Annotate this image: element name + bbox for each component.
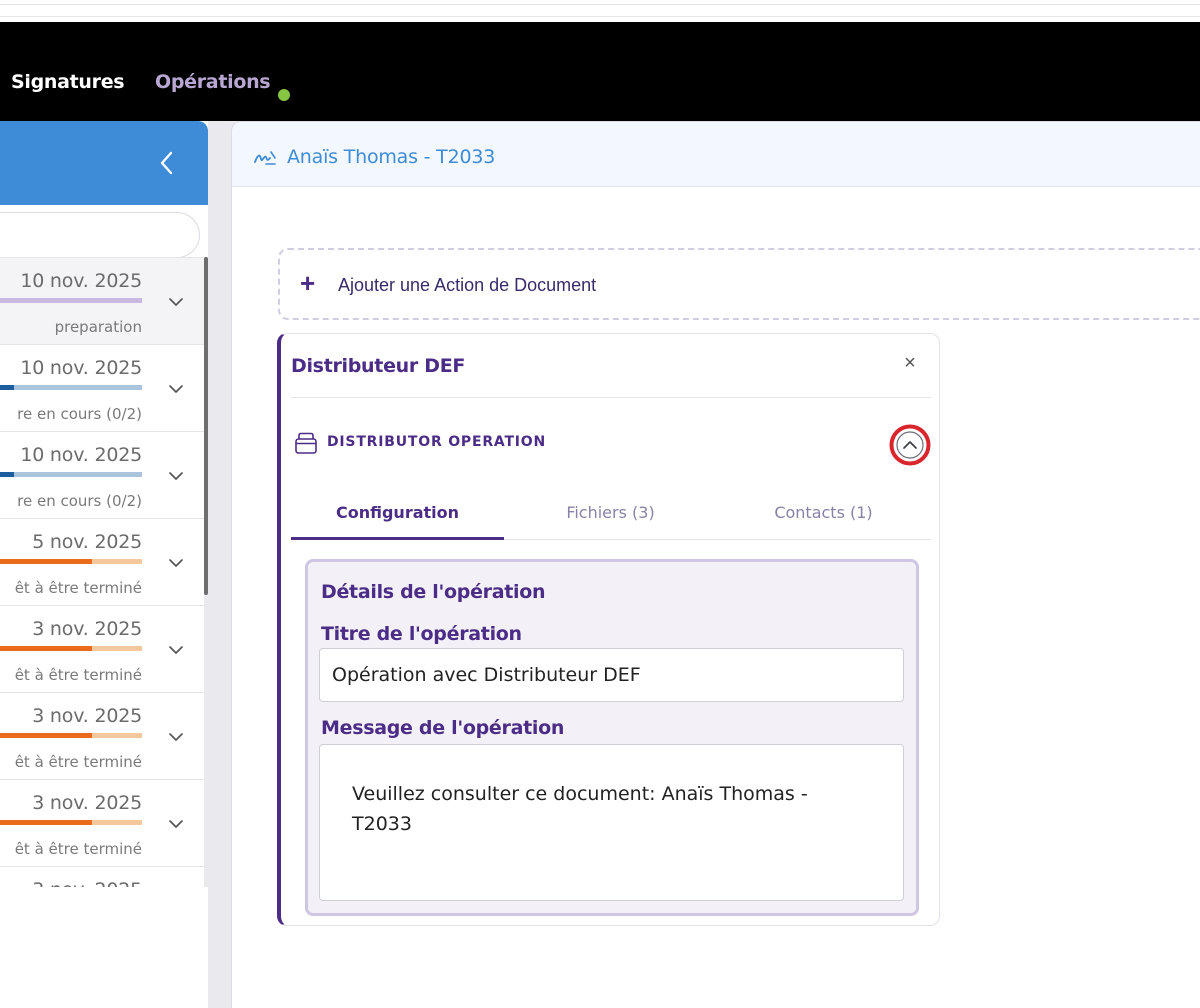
list-item[interactable]: 3 nov. 2025: [0, 866, 204, 887]
progress-fill: [0, 472, 15, 477]
browser-strip: [0, 0, 1200, 22]
add-action-label: Ajouter une Action de Document: [338, 275, 597, 295]
card-title: Distributeur DEF: [291, 355, 466, 377]
tab-configuration[interactable]: Configuration: [291, 494, 504, 540]
collapse-sidebar-button[interactable]: [154, 149, 180, 177]
operation-message-textarea[interactable]: Veuillez consulter ce document: Anaïs Th…: [319, 744, 904, 901]
message-label: Message de l'opération: [321, 717, 565, 739]
chevron-down-icon[interactable]: [166, 642, 186, 658]
nav-operations[interactable]: Opérations: [155, 71, 271, 93]
progress-fill: [0, 646, 93, 651]
document-title: Anaïs Thomas - T2033: [287, 146, 496, 168]
main-panel: Anaïs Thomas - T2033 + Ajouter une Actio…: [231, 121, 1200, 1008]
list-item[interactable]: 10 nov. 2025 preparation: [0, 257, 204, 344]
close-icon[interactable]: ×: [899, 352, 921, 374]
list-item[interactable]: 10 nov. 2025 re en cours (0/2): [0, 344, 204, 431]
list-item-progress-bar: [0, 472, 142, 477]
tab-contacts[interactable]: Contacts (1): [717, 494, 930, 540]
list-item-date: 10 nov. 2025: [20, 444, 142, 466]
distributor-card: Distributeur DEF × DISTRIBUTOR OPERATION…: [277, 333, 940, 926]
app-window: Signatures Opérations 10 nov. 2025 prepar…: [0, 0, 1200, 1008]
sidebar-search-input[interactable]: [0, 212, 200, 258]
divider: [291, 397, 931, 398]
list-item-status: êt à être terminé: [14, 579, 142, 597]
top-navigation-bar: Signatures Opérations: [0, 22, 1200, 121]
document-list: 10 nov. 2025 preparation 10 nov. 2025 re en…: [0, 257, 204, 887]
sidebar-header: [0, 121, 208, 205]
list-item[interactable]: 3 nov. 2025 êt à être terminé: [0, 779, 204, 866]
list-item-date: 3 nov. 2025: [32, 618, 142, 640]
progress-fill: [0, 820, 93, 825]
list-item-date: 10 nov. 2025: [20, 357, 142, 379]
chevron-down-icon[interactable]: [166, 555, 186, 571]
list-item-date: 3 nov. 2025: [32, 792, 142, 814]
notification-dot: [278, 89, 290, 101]
chevron-left-icon: [160, 151, 173, 175]
list-item-status: preparation: [54, 318, 142, 336]
list-item-status: re en cours (0/2): [17, 405, 142, 423]
chevron-down-icon[interactable]: [166, 729, 186, 745]
chevron-down-icon[interactable]: [166, 816, 186, 832]
section-label: DISTRIBUTOR OPERATION: [327, 434, 547, 450]
tab-fichiers[interactable]: Fichiers (3): [504, 494, 717, 540]
scrollbar-thumb[interactable]: [204, 257, 208, 595]
list-item[interactable]: 10 nov. 2025 re en cours (0/2): [0, 431, 204, 518]
chevron-down-icon[interactable]: [166, 468, 186, 484]
list-item[interactable]: 3 nov. 2025 êt à être terminé: [0, 605, 204, 692]
add-document-action-button[interactable]: + Ajouter une Action de Document: [278, 248, 1200, 320]
details-heading: Détails de l'opération: [321, 581, 546, 603]
chevron-down-icon[interactable]: [166, 294, 186, 310]
list-item[interactable]: 5 nov. 2025 êt à être terminé: [0, 518, 204, 605]
list-item-progress-bar: [0, 298, 142, 303]
list-item-status: êt à être terminé: [14, 840, 142, 858]
chevron-up-icon: [889, 424, 931, 466]
collapse-section-button[interactable]: [889, 424, 931, 466]
archive-box-icon: [295, 432, 317, 454]
title-label: Titre de l'opération: [321, 623, 522, 645]
progress-fill: [0, 559, 93, 564]
list-item-status: re en cours (0/2): [17, 492, 142, 510]
operation-title-input[interactable]: [319, 648, 904, 702]
list-item-status: êt à être terminé: [14, 666, 142, 684]
list-item[interactable]: 3 nov. 2025 êt à être terminé: [0, 692, 204, 779]
document-header: Anaïs Thomas - T2033: [232, 122, 1200, 187]
progress-fill: [0, 385, 15, 390]
list-item-date: 3 nov. 2025: [32, 705, 142, 727]
list-item-progress-bar: [0, 559, 142, 564]
operation-details-panel: Détails de l'opération Titre de l'opérat…: [305, 559, 919, 916]
list-item-date: 3 nov. 2025: [32, 879, 142, 887]
signature-icon: [254, 151, 276, 165]
plus-icon: +: [300, 268, 316, 298]
card-tabs: Configuration Fichiers (3) Contacts (1): [291, 494, 931, 540]
list-item-progress-bar: [0, 733, 142, 738]
list-item-date: 5 nov. 2025: [32, 531, 142, 553]
list-item-progress-bar: [0, 385, 142, 390]
list-item-date: 10 nov. 2025: [20, 270, 142, 292]
progress-fill: [0, 733, 93, 738]
list-item-status: êt à être terminé: [14, 753, 142, 771]
list-item-progress-bar: [0, 646, 142, 651]
nav-signatures[interactable]: Signatures: [11, 71, 125, 93]
chevron-down-icon[interactable]: [166, 381, 186, 397]
list-item-progress-bar: [0, 820, 142, 825]
progress-fill: [0, 298, 142, 303]
